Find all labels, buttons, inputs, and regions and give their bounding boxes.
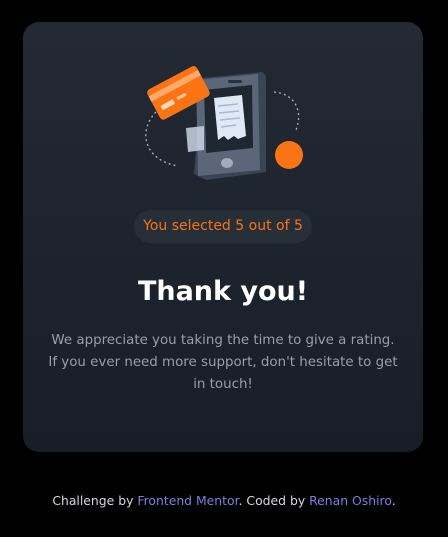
attribution-footer: Challenge by Frontend Mentor. Coded by R…: [0, 491, 448, 511]
attribution-prefix: Challenge by: [52, 493, 138, 508]
attribution-suffix: .: [391, 493, 396, 508]
frontend-mentor-link[interactable]: Frontend Mentor: [137, 493, 238, 508]
selection-badge: You selected 5 out of 5: [134, 210, 312, 243]
payment-illustration: [145, 66, 303, 180]
dotted-orbit-left: [145, 111, 179, 167]
orange-dot-icon: [275, 141, 303, 169]
page-title: Thank you!: [137, 276, 309, 307]
attribution-middle: . Coded by: [238, 493, 310, 508]
thank-you-message: We appreciate you taking the time to giv…: [48, 333, 398, 392]
author-link[interactable]: Renan Oshiro: [309, 493, 392, 508]
dotted-orbit-right: [273, 91, 300, 131]
